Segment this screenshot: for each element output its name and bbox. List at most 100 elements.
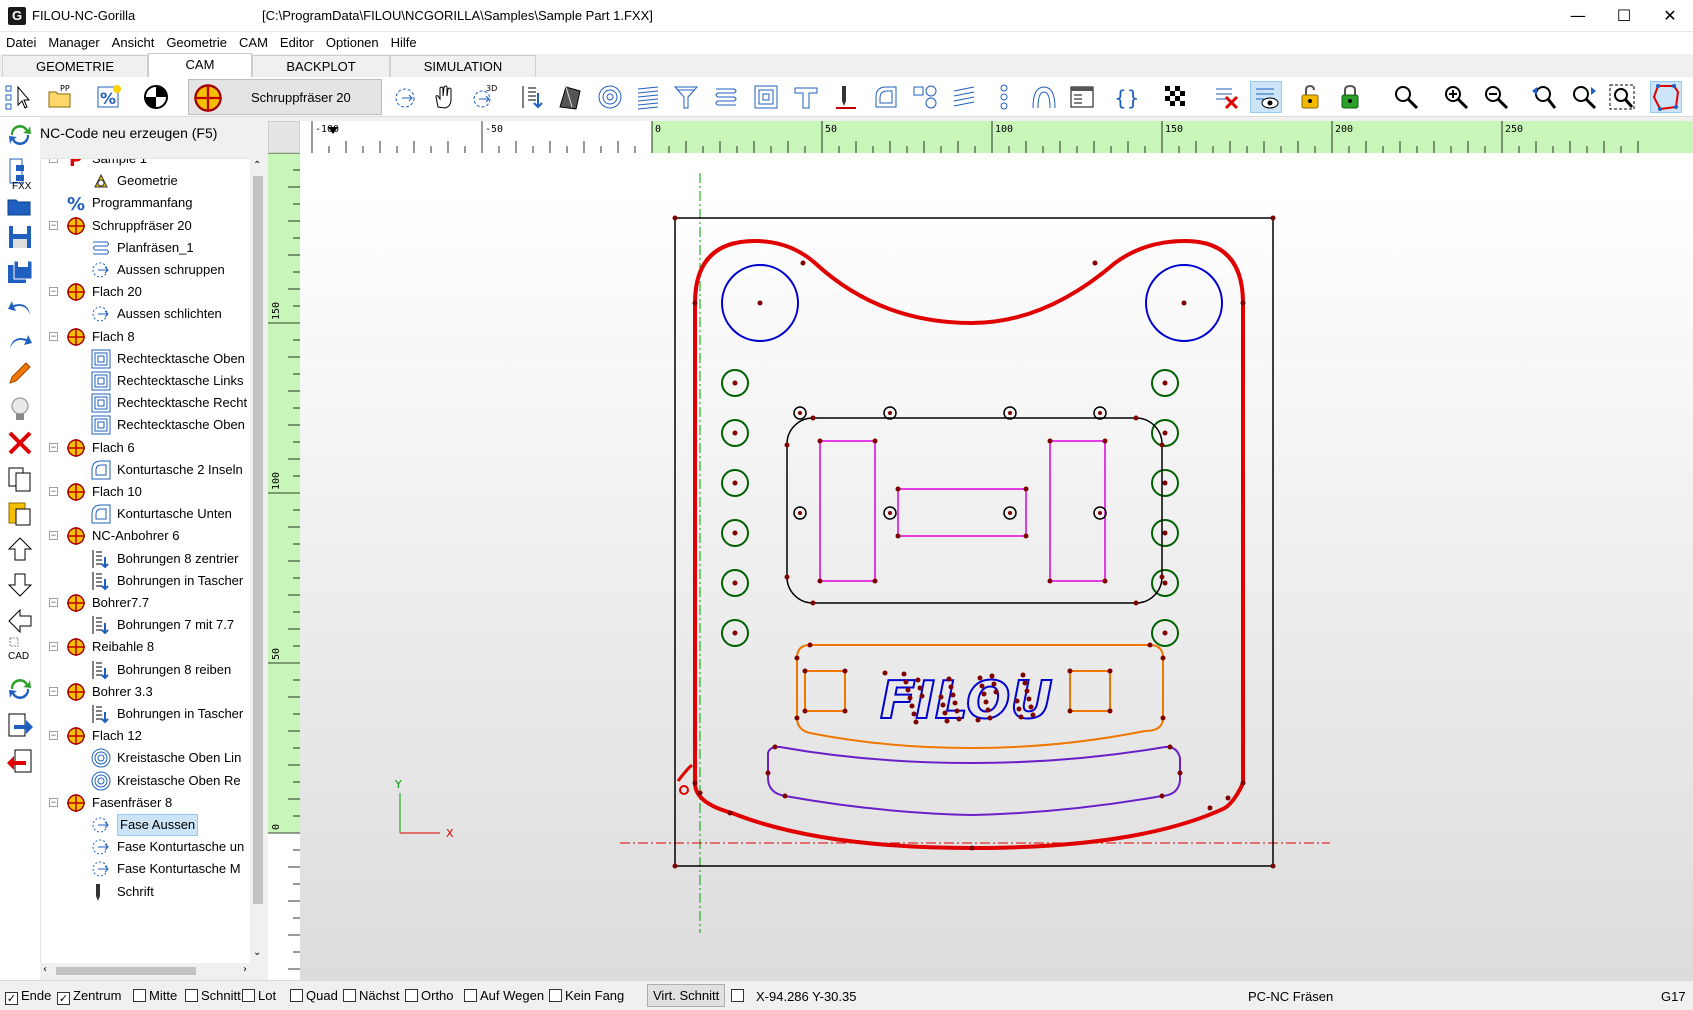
- menu-manager[interactable]: Manager: [42, 32, 105, 54]
- checkbox-box[interactable]: [185, 989, 198, 1002]
- tree-expander-icon[interactable]: −: [49, 531, 58, 541]
- edit-pencil-icon[interactable]: [4, 357, 36, 389]
- contour-pocket-icon[interactable]: [870, 81, 902, 113]
- checkbox-box[interactable]: ✓: [5, 992, 18, 1005]
- close-window-button[interactable]: ✕: [1647, 0, 1693, 32]
- postprocessor-icon[interactable]: PP: [44, 81, 76, 113]
- checkbox-box[interactable]: [242, 989, 255, 1002]
- snap-checkbox-zentrum[interactable]: ✓ Zentrum: [57, 989, 121, 1005]
- cad-canvas[interactable]: FILOU Y X: [300, 153, 1693, 980]
- checkbox-box[interactable]: [133, 989, 146, 1002]
- rect-pocket-left[interactable]: [819, 440, 876, 582]
- tab-simulation[interactable]: SIMULATION: [390, 55, 536, 77]
- tree-expander-icon[interactable]: −: [49, 731, 58, 741]
- tree-expander-icon[interactable]: −: [49, 797, 58, 807]
- undo-icon[interactable]: [4, 293, 36, 325]
- cad-import-icon[interactable]: [4, 633, 36, 665]
- save-icon[interactable]: [4, 221, 36, 253]
- zero-point-icon[interactable]: [140, 81, 172, 113]
- tree-expander-icon[interactable]: −: [49, 487, 58, 496]
- menu-datei[interactable]: Datei: [0, 32, 42, 54]
- window-view-icon[interactable]: [1066, 81, 1098, 113]
- zoom-all-icon[interactable]: [1650, 81, 1682, 113]
- hand-pan-icon[interactable]: [428, 81, 460, 113]
- move-down-icon[interactable]: [4, 569, 36, 601]
- scroll-right-icon[interactable]: ›: [243, 964, 247, 975]
- tree-horizontal-scrollbar[interactable]: ‹ ›: [40, 963, 266, 979]
- menu-hilfe[interactable]: Hilfe: [385, 32, 423, 54]
- island-right[interactable]: [1069, 670, 1111, 712]
- virtual-intersection-checkbox[interactable]: [731, 989, 747, 1003]
- snap-checkbox-lot[interactable]: Lot: [242, 989, 276, 1003]
- menu-optionen[interactable]: Optionen: [320, 32, 385, 54]
- zoom-next-icon[interactable]: [1568, 81, 1600, 113]
- nc-regenerate-label[interactable]: NC-Code neu erzeugen (F5): [40, 125, 217, 141]
- contour-path-icon[interactable]: [390, 81, 422, 113]
- snap-checkbox-quad[interactable]: Quad: [290, 989, 338, 1003]
- menu-cam[interactable]: CAM: [233, 32, 274, 54]
- lock-open-icon[interactable]: [1295, 81, 1327, 113]
- show-paths-icon[interactable]: [1250, 81, 1282, 113]
- lower-pocket[interactable]: [767, 745, 1181, 817]
- snap-checkbox-schnitt[interactable]: Schnitt: [185, 989, 241, 1003]
- scroll-thumb[interactable]: [253, 176, 263, 904]
- tab-backplot[interactable]: BACKPLOT: [252, 55, 390, 77]
- checkbox-box[interactable]: [464, 989, 477, 1002]
- menu-geometrie[interactable]: Geometrie: [160, 32, 233, 54]
- move-up-icon[interactable]: [4, 533, 36, 565]
- snap-checkbox-auf-wegen[interactable]: Auf Wegen: [464, 989, 544, 1003]
- scroll-left-icon[interactable]: ‹: [43, 964, 47, 975]
- arcs-icon[interactable]: [1028, 81, 1060, 113]
- percent-program-icon[interactable]: %: [93, 81, 125, 113]
- snap-checkbox-ende[interactable]: ✓ Ende: [5, 989, 51, 1005]
- tree-expander-icon[interactable]: −: [49, 686, 58, 696]
- delete-icon[interactable]: [4, 427, 36, 459]
- zoom-previous-icon[interactable]: [1528, 81, 1560, 113]
- tree-vertical-scrollbar[interactable]: ⌃ ⌄: [250, 158, 266, 963]
- import-icon[interactable]: [4, 745, 36, 777]
- facing-icon[interactable]: [710, 81, 742, 113]
- checkbox-box[interactable]: [290, 989, 303, 1002]
- tree-expander-icon[interactable]: −: [49, 287, 58, 297]
- lock-closed-icon[interactable]: [1335, 81, 1367, 113]
- snap-checkbox-kein-fang[interactable]: Kein Fang: [549, 989, 624, 1003]
- points-chain-icon[interactable]: [988, 81, 1020, 113]
- tool-selector[interactable]: Schruppfräser 20: [188, 79, 382, 115]
- island-left[interactable]: [804, 670, 846, 712]
- rect-pocket-icon[interactable]: [750, 81, 782, 113]
- 3d-path-icon[interactable]: 3D: [468, 81, 500, 113]
- tree-expander-icon[interactable]: −: [49, 159, 58, 163]
- small-holes-group[interactable]: [793, 406, 1107, 520]
- checkbox-box[interactable]: ✓: [57, 992, 70, 1005]
- spiral-icon[interactable]: [594, 81, 626, 113]
- save-as-icon[interactable]: [4, 257, 36, 289]
- rect-pocket-center[interactable]: [897, 488, 1027, 537]
- tab-geometrie[interactable]: GEOMETRIE: [2, 55, 148, 77]
- funnel-icon[interactable]: [670, 81, 702, 113]
- zoom-out-icon[interactable]: [1480, 81, 1512, 113]
- zoom-in-icon[interactable]: [1440, 81, 1472, 113]
- menu-ansicht[interactable]: Ansicht: [106, 32, 161, 54]
- checkbox-box[interactable]: [549, 989, 562, 1002]
- tree-expander-icon[interactable]: −: [49, 642, 58, 652]
- menu-editor[interactable]: Editor: [274, 32, 320, 54]
- checkered-flag-icon[interactable]: [1160, 81, 1192, 113]
- stock-outline[interactable]: [674, 217, 1274, 867]
- regenerate-nc-icon[interactable]: [4, 119, 36, 151]
- minimize-button[interactable]: —: [1555, 0, 1601, 32]
- zoom-icon[interactable]: [1390, 81, 1422, 113]
- scroll-down-icon[interactable]: ⌄: [253, 947, 261, 958]
- checkbox-box[interactable]: [343, 989, 356, 1002]
- maximize-button[interactable]: ☐: [1601, 0, 1647, 32]
- hscroll-thumb[interactable]: [56, 967, 196, 975]
- export-icon[interactable]: [4, 709, 36, 741]
- snap-checkbox-ortho[interactable]: Ortho: [405, 989, 454, 1003]
- tree-expander-icon[interactable]: −: [49, 442, 58, 452]
- thread-icon[interactable]: [632, 81, 664, 113]
- surface-icon[interactable]: [554, 81, 586, 113]
- regenerate-cad-icon[interactable]: [4, 673, 36, 705]
- drilling-icon[interactable]: [516, 81, 548, 113]
- virtual-intersection-button[interactable]: Virt. Schnitt: [647, 984, 726, 1007]
- paste-icon[interactable]: [4, 497, 36, 529]
- drawing[interactable]: FILOU Y X: [300, 153, 1693, 980]
